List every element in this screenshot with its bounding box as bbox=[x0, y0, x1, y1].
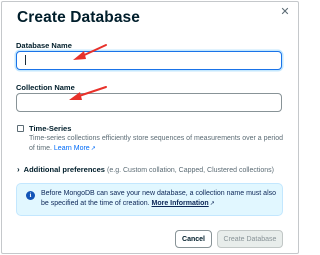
close-icon[interactable]: ✕ bbox=[279, 6, 291, 18]
additional-preferences-hint: (e.g. Custom collation, Capped, Clustere… bbox=[107, 167, 274, 174]
create-database-button[interactable]: Create Database bbox=[217, 230, 283, 248]
external-link-icon: ↗ bbox=[209, 201, 215, 207]
database-name-label: Database Name bbox=[16, 41, 72, 50]
additional-preferences-toggle[interactable]: › Additional preferences (e.g. Custom col… bbox=[17, 165, 274, 174]
cancel-button[interactable]: Cancel bbox=[175, 230, 212, 248]
collection-name-input[interactable] bbox=[16, 93, 282, 112]
info-icon: i bbox=[26, 191, 35, 200]
learn-more-link[interactable]: Learn More bbox=[54, 145, 90, 152]
more-information-link[interactable]: More Information bbox=[152, 200, 209, 207]
time-series-description: Time-series collections efficiently stor… bbox=[29, 134, 287, 154]
dialog-title: Create Database bbox=[17, 9, 140, 26]
text-caret bbox=[25, 55, 26, 65]
database-name-input[interactable] bbox=[16, 51, 282, 70]
collection-name-label: Collection Name bbox=[16, 83, 75, 92]
time-series-checkbox[interactable] bbox=[17, 125, 24, 132]
external-link-icon: ↗ bbox=[90, 146, 96, 152]
time-series-label: Time-Series bbox=[29, 124, 72, 133]
info-banner-text: Before MongoDB can save your new databas… bbox=[41, 189, 279, 209]
chevron-right-icon: › bbox=[17, 165, 20, 174]
info-banner: i Before MongoDB can save your new datab… bbox=[16, 183, 283, 216]
additional-preferences-label: Additional preferences bbox=[23, 165, 105, 174]
